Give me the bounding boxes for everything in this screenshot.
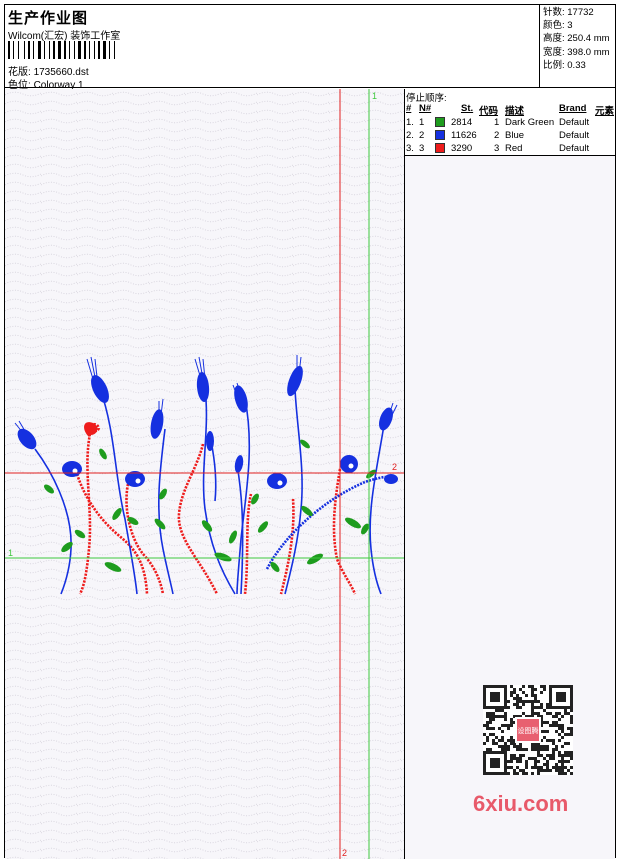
row-stitches: 2814 <box>451 117 473 128</box>
barcode-bar <box>33 41 34 59</box>
row-num: 2. <box>406 130 414 141</box>
col-header-description: 描述 <box>505 106 525 117</box>
stop-sequence-row[interactable]: 3. 3 3290 3 Red Default <box>405 143 615 156</box>
row-needle: 2 <box>419 130 425 141</box>
col-header-num: # <box>406 103 412 114</box>
red-horizontal-guide-label: 2 <box>392 462 397 472</box>
barcode-bar <box>18 41 19 59</box>
watermark-text: 6xiu.com <box>473 791 569 816</box>
row-brand: Default <box>559 143 590 154</box>
design-preview-area: 1 2 1 2 <box>5 89 405 859</box>
row-num: 1. <box>406 117 414 128</box>
barcode-bar <box>98 41 100 59</box>
flower-head-highlights <box>72 463 354 486</box>
col-header-code: 代码 <box>479 106 499 117</box>
qr-center-text: 设图腾 <box>518 726 539 735</box>
barcode-bar <box>74 41 75 59</box>
barcode <box>8 41 148 59</box>
row-brand: Default <box>559 117 590 128</box>
green-horizontal-guide-label: 1 <box>8 548 13 558</box>
row-code: 1 <box>494 117 500 128</box>
row-code: 2 <box>494 130 500 141</box>
stop-sequence-row[interactable]: 1. 1 2814 1 Dark Green Default <box>405 117 615 130</box>
barcode-bar <box>53 41 55 59</box>
green-vertical-guide-label: 1 <box>372 91 377 101</box>
stitch-count: 针数: 17732 <box>543 7 594 18</box>
stop-sequence-row[interactable]: 2. 2 11626 2 Blue Default <box>405 130 615 143</box>
barcode-bar <box>24 41 25 59</box>
barcode-bar <box>109 41 110 59</box>
color-swatch <box>435 143 445 153</box>
barcode-bar <box>89 41 90 59</box>
watermark: 设图腾 6xiu.com <box>471 685 589 820</box>
barcode-bar <box>78 41 81 59</box>
sheet-title: 生产作业图 <box>8 10 89 27</box>
design-scale: 比例: 0.33 <box>543 59 586 71</box>
production-sheet: 生产作业图 Wilcom(汇宏) 装饰工作室 花版: 1735660.dst 色… <box>4 4 616 859</box>
row-description: Dark Green <box>505 117 555 128</box>
row-stitches: 3290 <box>451 143 473 154</box>
stop-sequence-table: 停止顺序: # N# St. 代码 描述 Brand 元素 1. 1 2814 1 Da… <box>405 89 615 156</box>
stop-sequence-title: 停止顺序: <box>406 93 447 104</box>
red-vertical-guide-label: 2 <box>342 848 347 858</box>
barcode-bar <box>13 41 14 59</box>
barcode-bar <box>64 41 66 59</box>
barcode-bar <box>94 41 95 59</box>
barcode-bar <box>69 41 70 59</box>
color-swatch <box>435 117 445 127</box>
blue-arc-stitch <box>265 475 398 570</box>
color-swatch <box>435 130 445 140</box>
row-description: Red <box>505 143 523 154</box>
design-height: 高度: 250.4 mm <box>543 33 610 45</box>
row-stitches: 11626 <box>451 130 477 141</box>
col-header-n: N# <box>419 103 432 114</box>
design-info-box: 针数: 17732 颜色: 3 高度: 250.4 mm 宽度: 398.0 m… <box>539 5 615 88</box>
barcode-bar <box>58 41 61 59</box>
row-needle: 1 <box>419 117 425 128</box>
barcode-bar <box>49 41 50 59</box>
barcode-bar <box>8 41 10 59</box>
barcode-bar <box>84 41 86 59</box>
embroidery-design: 1 2 1 2 <box>5 89 404 859</box>
col-header-brand: Brand <box>559 103 587 114</box>
row-code: 3 <box>494 143 500 154</box>
sheet-header: 生产作业图 Wilcom(汇宏) 装饰工作室 花版: 1735660.dst 色… <box>5 5 615 91</box>
company-name: Wilcom(汇宏) 装饰工作室 <box>8 31 121 42</box>
row-brand: Default <box>559 130 590 141</box>
barcode-bar <box>38 41 41 59</box>
row-num: 3. <box>406 143 414 154</box>
barcode-bar <box>28 41 30 59</box>
design-width: 宽度: 398.0 mm <box>543 46 610 58</box>
row-description: Blue <box>505 130 525 141</box>
qr-code: 设图腾 <box>483 685 573 775</box>
row-needle: 3 <box>419 143 425 154</box>
col-header-stitches: St. <box>461 103 474 114</box>
barcode-bar <box>114 41 115 59</box>
color-count: 颜色: 3 <box>543 20 573 32</box>
col-header-element: 元素 <box>595 106 615 117</box>
barcode-bar <box>44 41 45 59</box>
barcode-bar <box>103 41 106 59</box>
